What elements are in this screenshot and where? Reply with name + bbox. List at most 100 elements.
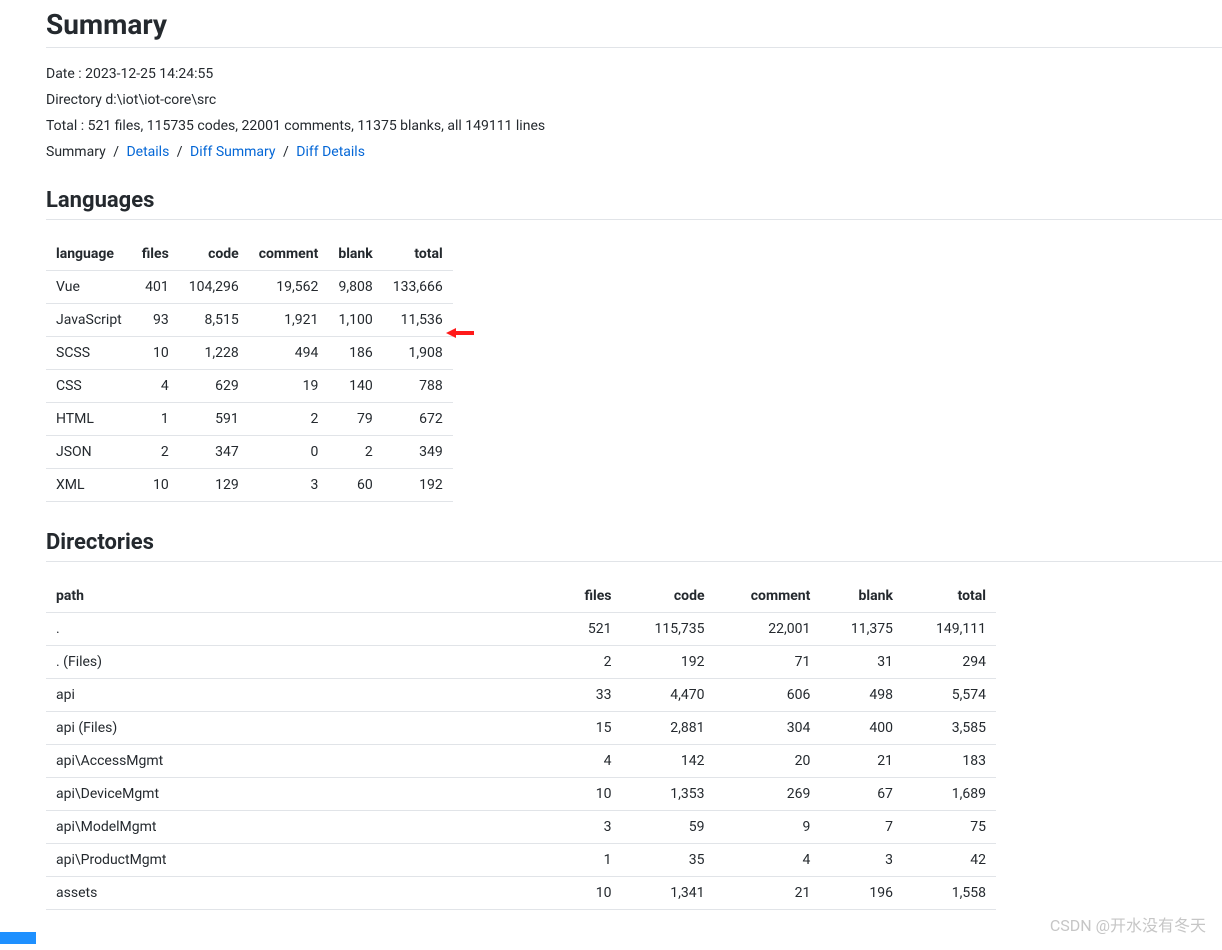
cell-comment: 1,921 [249, 304, 329, 337]
col-files: files [559, 580, 621, 613]
table-row: . (Files)21927131294 [46, 646, 996, 679]
cell-blank: 9,808 [328, 271, 382, 304]
directories-heading: Directories [46, 530, 1222, 555]
cell-comment: 3 [249, 469, 329, 502]
col-code: code [179, 238, 249, 271]
cell-files: 93 [132, 304, 179, 337]
cell-path: . [46, 613, 559, 646]
cell-blank: 186 [328, 337, 382, 370]
cell-comment: 269 [715, 778, 821, 811]
cell-comment: 494 [249, 337, 329, 370]
cell-language: XML [46, 469, 132, 502]
cell-files: 4 [559, 745, 621, 778]
cell-blank: 11,375 [820, 613, 903, 646]
table-header-row: language files code comment blank total [46, 238, 453, 271]
col-path: path [46, 580, 559, 613]
cell-code: 347 [179, 436, 249, 469]
cell-comment: 9 [715, 811, 821, 844]
cell-files: 10 [559, 877, 621, 910]
cell-code: 59 [621, 811, 714, 844]
breadcrumb-link-diff-summary[interactable]: Diff Summary [190, 144, 276, 160]
cell-language: HTML [46, 403, 132, 436]
cell-files: 15 [559, 712, 621, 745]
cell-blank: 21 [820, 745, 903, 778]
table-header-row: path files code comment blank total [46, 580, 996, 613]
cell-path: . (Files) [46, 646, 559, 679]
cell-path: api [46, 679, 559, 712]
cell-blank: 60 [328, 469, 382, 502]
cell-path: api\DeviceMgmt [46, 778, 559, 811]
cell-path: api\ModelMgmt [46, 811, 559, 844]
cell-files: 3 [559, 811, 621, 844]
cell-comment: 22,001 [715, 613, 821, 646]
cell-language: Vue [46, 271, 132, 304]
cell-files: 10 [132, 337, 179, 370]
cell-language: JSON [46, 436, 132, 469]
cell-path: api\ProductMgmt [46, 844, 559, 877]
page-title: Summary [46, 8, 1222, 41]
cell-language: JavaScript [46, 304, 132, 337]
col-files: files [132, 238, 179, 271]
breadcrumb: Summary / Details / Diff Summary / Diff … [46, 144, 1222, 160]
cell-code: 1,341 [621, 877, 714, 910]
cell-code: 4,470 [621, 679, 714, 712]
cell-code: 192 [621, 646, 714, 679]
cell-files: 10 [559, 778, 621, 811]
cell-path: api\AccessMgmt [46, 745, 559, 778]
cell-total: 294 [903, 646, 996, 679]
cell-total: 3,585 [903, 712, 996, 745]
cell-blank: 2 [328, 436, 382, 469]
col-blank: blank [820, 580, 903, 613]
col-comment: comment [715, 580, 821, 613]
table-row: api\AccessMgmt41422021183 [46, 745, 996, 778]
cell-total: 183 [903, 745, 996, 778]
cell-code: 591 [179, 403, 249, 436]
cell-files: 2 [132, 436, 179, 469]
cell-comment: 4 [715, 844, 821, 877]
cell-files: 401 [132, 271, 179, 304]
col-total: total [903, 580, 996, 613]
decorative-sliver [0, 932, 36, 944]
col-comment: comment [249, 238, 329, 271]
cell-language: SCSS [46, 337, 132, 370]
table-row: JavaScript938,5151,9211,10011,536 [46, 304, 453, 337]
cell-blank: 7 [820, 811, 903, 844]
total-line: Total : 521 files, 115735 codes, 22001 c… [46, 118, 1222, 134]
cell-comment: 19 [249, 370, 329, 403]
table-row: assets101,341211961,558 [46, 877, 996, 910]
date-line: Date : 2023-12-25 14:24:55 [46, 66, 1222, 82]
table-row: api\ProductMgmt1354342 [46, 844, 996, 877]
cell-blank: 196 [820, 877, 903, 910]
cell-comment: 0 [249, 436, 329, 469]
table-row: SCSS101,2284941861,908 [46, 337, 453, 370]
cell-total: 192 [383, 469, 453, 502]
cell-path: assets [46, 877, 559, 910]
col-blank: blank [328, 238, 382, 271]
table-row: CSS462919140788 [46, 370, 453, 403]
cell-total: 133,666 [383, 271, 453, 304]
cell-path: api (Files) [46, 712, 559, 745]
table-row: HTML1591279672 [46, 403, 453, 436]
cell-code: 129 [179, 469, 249, 502]
cell-total: 149,111 [903, 613, 996, 646]
cell-total: 75 [903, 811, 996, 844]
cell-comment: 19,562 [249, 271, 329, 304]
cell-code: 1,228 [179, 337, 249, 370]
table-row: api\ModelMgmt3599775 [46, 811, 996, 844]
cell-comment: 20 [715, 745, 821, 778]
table-row: api\DeviceMgmt101,353269671,689 [46, 778, 996, 811]
cell-code: 115,735 [621, 613, 714, 646]
directory-line: Directory d:\iot\iot-core\src [46, 92, 1222, 108]
cell-blank: 31 [820, 646, 903, 679]
cell-blank: 79 [328, 403, 382, 436]
cell-comment: 304 [715, 712, 821, 745]
breadcrumb-link-diff-details[interactable]: Diff Details [296, 144, 365, 160]
directories-table: path files code comment blank total .521… [46, 580, 996, 910]
breadcrumb-link-details[interactable]: Details [126, 144, 169, 160]
cell-code: 8,515 [179, 304, 249, 337]
divider [46, 561, 1222, 562]
cell-total: 1,908 [383, 337, 453, 370]
cell-code: 142 [621, 745, 714, 778]
cell-code: 104,296 [179, 271, 249, 304]
divider [46, 47, 1222, 48]
